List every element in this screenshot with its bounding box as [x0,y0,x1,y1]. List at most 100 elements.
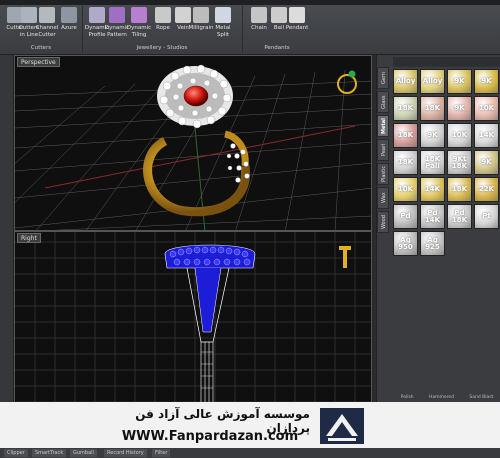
swatch-label: 18K Pall [424,154,441,170]
tool-label: Metal Split [215,25,231,38]
ribbon-toolbar: Cutter Cutters in Line Channel Cutter Azure… [0,0,500,55]
tool-label: Dynamic Tiling [126,25,152,38]
swatch-label: 10K [478,104,495,112]
status-tab[interactable]: SmartTrack [32,449,67,457]
material-swatch[interactable]: 9K [474,150,499,175]
swatch-label: Pd 14K [424,208,441,224]
tab-pearl[interactable]: Pearl [377,139,389,161]
material-swatch[interactable]: Ag 950 [393,231,418,256]
status-tab[interactable]: Clipper [4,449,28,457]
viewport-right[interactable]: Right [14,231,372,403]
material-swatch[interactable]: 14K [474,123,499,148]
tool-label: Bail [273,25,285,31]
material-swatch[interactable]: Alloy [420,69,445,94]
material-swatch[interactable]: 18K [393,150,418,175]
tool-label: Chain [251,25,267,31]
tool-icon [193,7,209,23]
tab-glass[interactable]: Glass [377,91,389,113]
right-scene [15,232,371,403]
perspective-scene [15,64,371,230]
viewport-perspective[interactable]: Perspective [14,55,372,231]
status-tab[interactable]: Gumball [70,449,97,457]
viewport-label-right[interactable]: Right [17,233,41,243]
tool-dynamic-tiling-button[interactable]: Dynamic Tiling [126,7,152,38]
material-swatch-grid: Alloy Alloy 9K 9K 18K 18K 9K 10K 18K 9K 10K 14K 18K 1… [393,69,500,256]
finish-option[interactable]: Polish [401,395,414,400]
tool-label: Rope [156,25,170,31]
swatch-label: 9K [427,131,438,139]
material-swatch[interactable]: 10K [393,177,418,202]
material-swatch[interactable]: Ag 925 [420,231,445,256]
tool-azure-button[interactable]: Azure [56,7,82,32]
tool-icon [155,7,171,23]
title-strip [0,0,500,5]
swatch-label: 9K [481,77,492,85]
tool-pendant-button[interactable]: Pendant [284,7,310,32]
tool-metal-split-button[interactable]: Metal Split [210,7,236,38]
group-label-jewellery: Jewellery - Studios [136,45,188,51]
material-swatch[interactable]: 9K [420,123,445,148]
group-label-cutters: Cutters [30,45,52,51]
material-swatch[interactable]: 9K [447,69,472,94]
group-label-pendants: Pendants [264,45,290,51]
tool-icon [131,7,147,23]
swatch-label: 14K [424,185,441,193]
swatch-label: 18K [397,158,414,166]
material-swatch[interactable]: Pd 14K [420,204,445,229]
status-tab[interactable]: Filter [152,449,171,457]
material-swatch[interactable]: 18K [393,96,418,121]
material-swatch[interactable]: 22K [474,177,499,202]
status-tab[interactable]: Record History [104,449,147,457]
swatch-label: 9K [454,104,465,112]
material-swatch[interactable]: 18K [447,177,472,202]
tool-icon [289,7,305,23]
watermark-banner: موسسه آموزش عالی آزاد فن پردازان WWW.Fan… [0,402,500,448]
banner-url: WWW.Fanpardazan.com [121,429,299,444]
tool-icon [109,7,125,23]
tool-icon [89,7,105,23]
swatch-label: 10K [451,131,468,139]
tool-icon [251,7,267,23]
tool-icon [61,7,77,23]
tab-wood[interactable]: Wood [377,211,389,233]
tab-metal[interactable]: Metal [377,115,389,137]
swatch-label: Alloy [395,77,416,85]
swatch-label: 9K [481,158,492,166]
material-swatch[interactable]: 9K [474,69,499,94]
finish-option[interactable]: Hammered [429,395,454,400]
tab-gem[interactable]: Gem [377,67,389,89]
tab-plastic[interactable]: Plastic [377,163,389,185]
tool-label: Pendant [285,25,309,31]
viewport-label-perspective[interactable]: Perspective [17,57,60,67]
tool-icon [215,7,231,23]
left-toolbar [0,55,14,403]
material-swatch[interactable]: Pt [474,204,499,229]
swatch-label: Ag 925 [425,235,440,251]
swatch-label: 18K [397,104,414,112]
material-swatch[interactable]: Pd 18K [447,204,472,229]
tool-label: Azure [61,25,77,31]
swatch-label: 22K [478,185,495,193]
material-swatch[interactable]: 18K [420,96,445,121]
swatch-label: 9K [454,77,465,85]
status-bar: Clipper SmartTrack Gumball Record History Fi… [0,448,500,458]
panel-toolbar [393,57,500,67]
material-swatch[interactable]: Alloy [393,69,418,94]
material-category-tabs: Gem Glass Metal Pearl Plastic Wax Wood [377,67,391,235]
swatch-label: 18K [424,104,441,112]
material-swatch[interactable]: 14K [420,177,445,202]
material-swatch[interactable]: 9Kt 18K [447,150,472,175]
finish-option[interactable]: Sand Blast [469,395,493,400]
material-swatch[interactable]: 18K [393,123,418,148]
material-swatch[interactable]: Pd [393,204,418,229]
tool-label: Channel Cutter [35,25,59,38]
material-swatch[interactable]: 18K Pall [420,150,445,175]
material-swatch[interactable]: 9K [447,96,472,121]
material-swatch[interactable]: 10K [474,96,499,121]
material-swatch[interactable]: 10K [447,123,472,148]
swatch-label: Ag 950 [398,235,413,251]
tab-wax[interactable]: Wax [377,187,389,209]
ring-side-wireframe[interactable] [164,244,256,403]
swatch-label: Pd 18K [451,208,468,224]
ring-profile-icon [339,246,351,268]
